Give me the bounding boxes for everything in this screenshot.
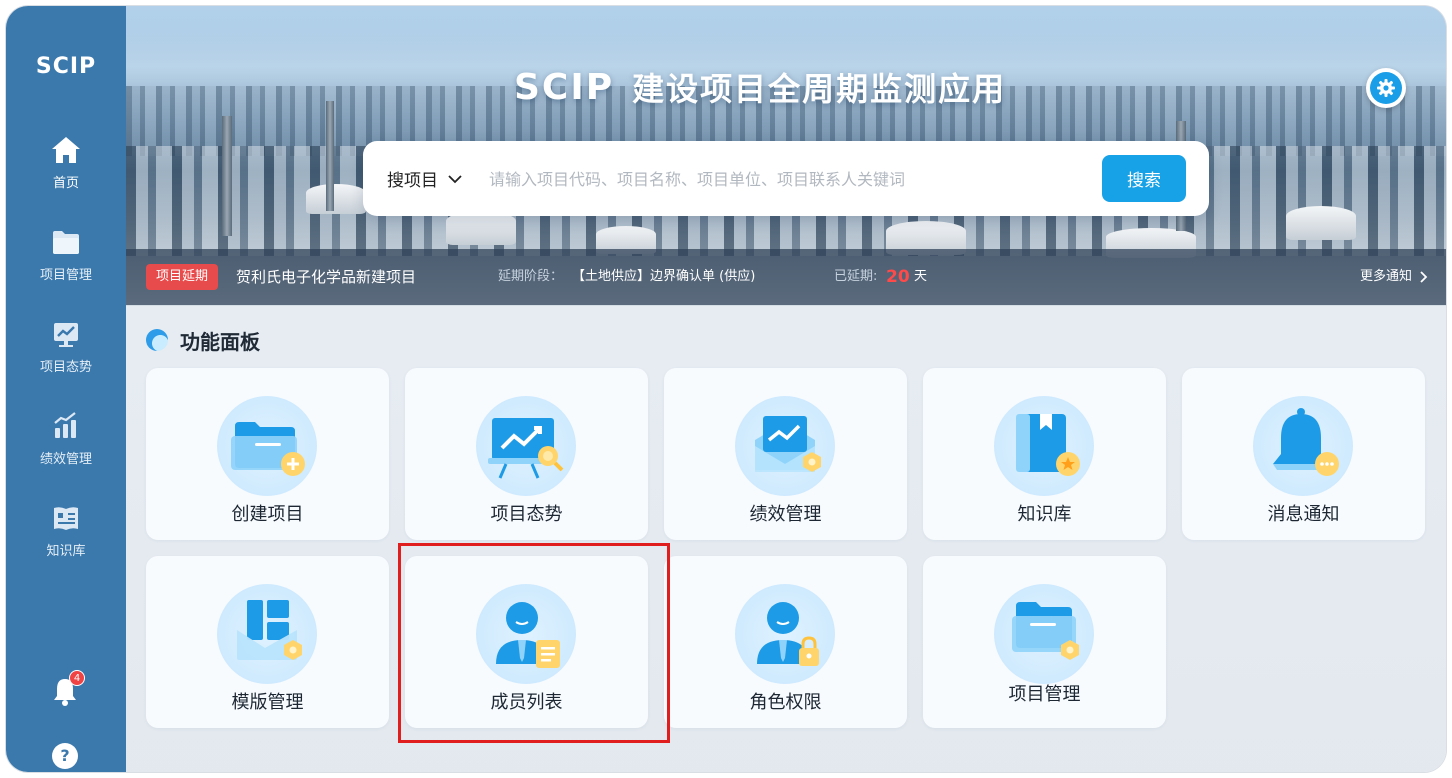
search-scope-dropdown[interactable]: 搜项目 (387, 141, 462, 216)
card-label: 绩效管理 (749, 504, 822, 525)
notice-delay-unit: 天 (914, 269, 928, 284)
panel-title-text: 功能面板 (180, 329, 260, 354)
chevron-right-icon (1420, 271, 1428, 283)
more-notices-label: 更多通知 (1359, 269, 1412, 284)
delay-notice-bar: 项目延期 贺利氏电子化学品新建项目 延期阶段： 【土地供应】边界确认单 (供应)… (126, 249, 1446, 305)
panel-title-icon (146, 329, 168, 351)
bell-icon (1273, 408, 1339, 476)
project-trend-icon (488, 418, 564, 479)
sidebar-item-label: 项目管理 (39, 268, 92, 283)
sidebar-item-project-management[interactable]: 项目管理 (6, 226, 126, 283)
card-knowledge[interactable]: 知识库 (923, 368, 1166, 540)
banner-tank (1286, 206, 1356, 240)
sidebar-item-knowledge[interactable]: 知识库 (6, 502, 126, 559)
app-title: SCIP 建设项目全周期监测应用 (514, 62, 1006, 112)
project-folder-icon (1012, 602, 1079, 660)
folder-icon (53, 231, 79, 254)
card-label: 项目管理 (1008, 684, 1081, 705)
notice-stage-label: 延期阶段： (498, 269, 564, 284)
template-icon (237, 600, 302, 660)
card-performance[interactable]: 绩效管理 (664, 368, 907, 540)
card-role-permission[interactable]: 角色权限 (664, 556, 907, 728)
card-label: 消息通知 (1267, 504, 1340, 525)
notice-delay-days: 20 (886, 267, 910, 287)
bar-chart-icon (54, 412, 76, 438)
card-label: 角色权限 (749, 692, 822, 713)
title-text: 建设项目全周期监测应用 (632, 70, 1007, 108)
banner-tower (222, 116, 232, 236)
sidebar-item-label: 首页 (52, 176, 79, 191)
highlight-box (398, 543, 670, 743)
home-icon (52, 137, 80, 163)
title-logo: SCIP (514, 66, 615, 108)
notice-project-name[interactable]: 贺利氏电子化学品新建项目 (236, 249, 416, 305)
delay-tag: 项目延期 (146, 264, 219, 290)
app-frame: SCIP 首页 项目管理 项目态势 绩效管理 知识库 4 ? SCIP 建设项目… (6, 6, 1446, 772)
sidebar-item-label: 项目态势 (39, 360, 92, 375)
banner-tank (446, 211, 516, 245)
banner-tower (326, 101, 334, 211)
sidebar-item-label: 知识库 (46, 544, 86, 559)
sidebar-item-label: 绩效管理 (39, 452, 92, 467)
card-template-management[interactable]: 模版管理 (146, 556, 389, 728)
book-icon (54, 507, 78, 530)
card-label: 模版管理 (231, 692, 304, 713)
gear-icon (1370, 72, 1402, 104)
sidebar-item-performance[interactable]: 绩效管理 (6, 410, 126, 467)
card-label: 创建项目 (231, 504, 304, 525)
sidebar-logo: SCIP (35, 54, 97, 79)
card-label: 项目态势 (490, 504, 563, 525)
sidebar: SCIP 首页 项目管理 项目态势 绩效管理 知识库 4 ? (6, 6, 126, 772)
trend-chart-icon (54, 323, 78, 347)
sidebar-item-home[interactable]: 首页 (6, 134, 126, 191)
card-create-project[interactable]: 创建项目 (146, 368, 389, 540)
search-scope-label: 搜项目 (387, 171, 438, 191)
create-project-icon (231, 422, 305, 476)
notice-delay-label: 已延期: (834, 269, 878, 284)
notification-badge: 4 (69, 670, 85, 686)
search-button[interactable]: 搜索 (1102, 155, 1186, 202)
settings-button[interactable] (1366, 68, 1406, 108)
card-project-management[interactable]: 项目管理 (923, 556, 1166, 728)
card-label: 知识库 (1017, 504, 1072, 525)
search-bar: 搜项目 搜索 (363, 141, 1209, 216)
notice-stage-value: 【土地供应】边界确认单 (供应) (572, 269, 756, 284)
search-input[interactable] (489, 161, 1089, 197)
chevron-down-icon (448, 174, 462, 183)
performance-icon (755, 416, 821, 472)
role-permission-icon (757, 602, 819, 666)
help-button[interactable]: ? (52, 743, 78, 769)
panel-title: 功能面板 (146, 324, 260, 356)
knowledge-book-icon (1016, 414, 1080, 476)
card-project-trend[interactable]: 项目态势 (405, 368, 648, 540)
more-notices-link[interactable]: 更多通知 (1360, 249, 1428, 305)
banner-tank (306, 184, 366, 214)
sidebar-item-project-trend[interactable]: 项目态势 (6, 318, 126, 375)
card-message-notice[interactable]: 消息通知 (1182, 368, 1425, 540)
